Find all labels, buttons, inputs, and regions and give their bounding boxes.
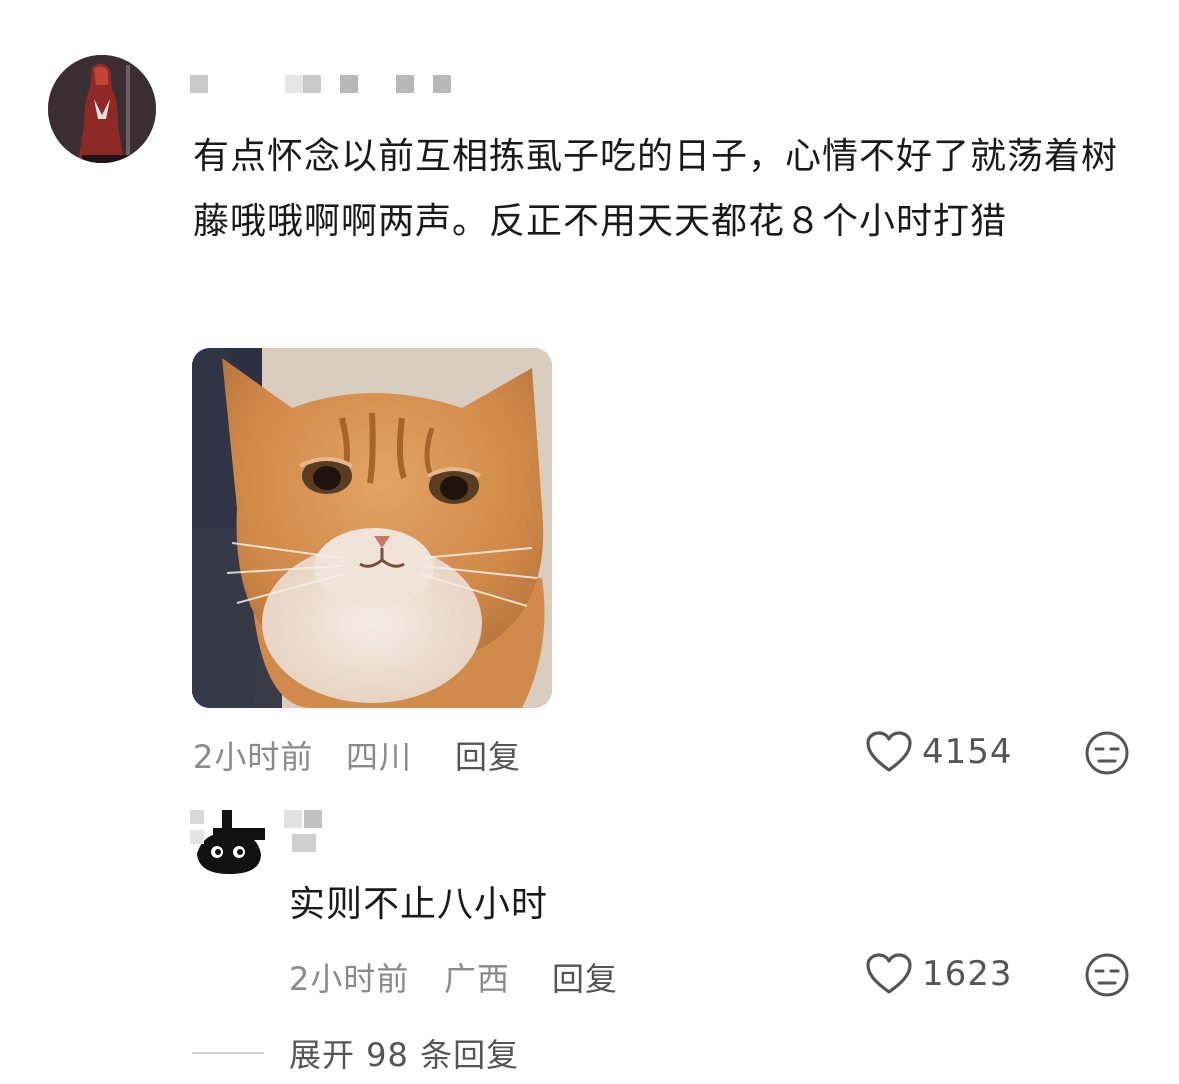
- reply-reply-button[interactable]: 回复: [552, 954, 618, 1000]
- reply-like-count: 1623: [922, 954, 1013, 994]
- reply-location: 广西: [444, 960, 511, 998]
- comment-time: 2小时前: [193, 738, 314, 776]
- reply-avatar[interactable]: [195, 810, 265, 880]
- heart-icon: [866, 731, 912, 772]
- reply-button[interactable]: 回复: [455, 732, 521, 778]
- reply-text: 实则不止八小时: [289, 884, 549, 925]
- reply-dislike-button[interactable]: [1084, 952, 1130, 1002]
- comment-image-cat[interactable]: [192, 348, 552, 708]
- heart-icon: [866, 953, 912, 994]
- reply-time: 2小时前: [289, 960, 410, 998]
- reply-like-button[interactable]: [865, 952, 913, 1000]
- like-button[interactable]: [865, 730, 913, 778]
- comment-text: 有点怀念以前互相拣虱子吃的日子，心情不好了就荡着树藤哦哦啊啊两声。反正不用天天都…: [193, 136, 1119, 242]
- avatar[interactable]: [48, 55, 156, 163]
- dislike-button[interactable]: [1084, 730, 1130, 780]
- unamused-face-icon: [1085, 731, 1129, 775]
- divider: [192, 1052, 264, 1054]
- like-count: 4154: [922, 732, 1013, 772]
- unamused-face-icon: [1085, 953, 1129, 997]
- expand-replies-button[interactable]: 展开 98 条回复: [289, 1030, 519, 1076]
- comment-location: 四川: [346, 738, 413, 776]
